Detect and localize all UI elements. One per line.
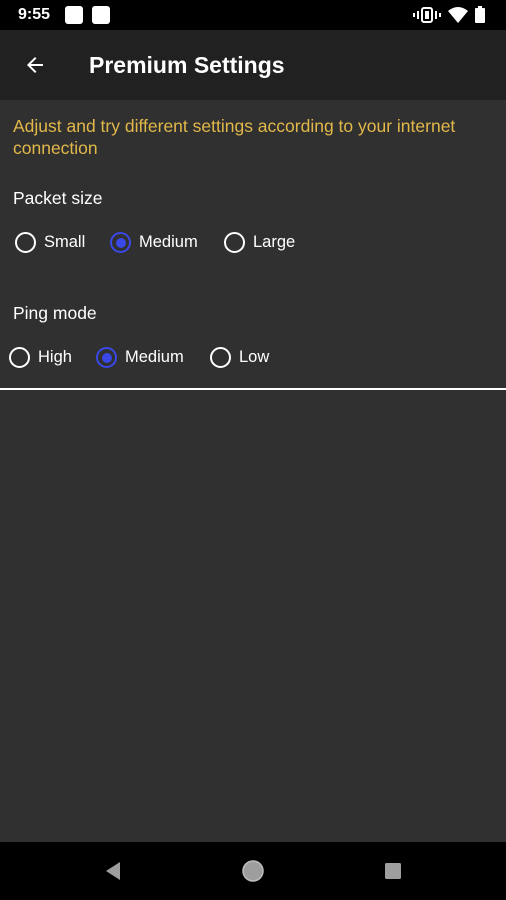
radio-label: High: [38, 348, 72, 366]
recents-square-icon: [385, 863, 401, 879]
radio-ping-high[interactable]: High: [9, 347, 72, 368]
radio-ping-medium[interactable]: Medium: [96, 347, 184, 368]
nav-home-button[interactable]: [240, 858, 266, 884]
battery-icon: [475, 6, 485, 23]
system-nav-bar: [0, 842, 506, 900]
radio-button-icon: [210, 347, 231, 368]
back-button[interactable]: [16, 46, 54, 84]
radio-button-icon: [224, 232, 245, 253]
radio-ping-low[interactable]: Low: [210, 347, 269, 368]
radio-button-icon: [15, 232, 36, 253]
radio-packet-medium[interactable]: Medium: [110, 232, 198, 253]
home-circle-icon: [242, 860, 264, 882]
radio-label: Medium: [125, 348, 184, 366]
packet-size-label: Packet size: [13, 188, 103, 208]
page-title: Premium Settings: [89, 52, 285, 78]
divider: [0, 388, 506, 390]
radio-label: Low: [239, 348, 270, 366]
wifi-icon: [448, 7, 468, 23]
radio-packet-large[interactable]: Large: [224, 232, 295, 253]
radio-button-icon: [9, 347, 30, 368]
radio-button-checked-icon: [96, 347, 117, 368]
radio-packet-small[interactable]: Small: [15, 232, 85, 253]
status-bar: 9:55: [0, 0, 506, 30]
radio-label: Medium: [139, 233, 198, 251]
arrow-left-icon: [27, 57, 43, 73]
ping-mode-label: Ping mode: [13, 303, 97, 323]
status-time: 9:55: [18, 6, 51, 23]
nav-back-button[interactable]: [100, 858, 126, 884]
notification-square-icon: [65, 6, 83, 24]
radio-label: Small: [44, 233, 86, 251]
notification-square-icon: [92, 6, 110, 24]
back-triangle-icon: [106, 862, 120, 880]
screen: 9:55 Premium Settings Adjust and try dif…: [0, 0, 506, 900]
radio-label: Large: [253, 233, 296, 251]
app-bar: Premium Settings: [0, 30, 506, 100]
settings-description: Adjust and try different settings accord…: [13, 116, 456, 158]
radio-button-checked-icon: [110, 232, 131, 253]
status-icons: [413, 6, 485, 23]
nav-recents-button[interactable]: [380, 858, 406, 884]
vibrate-icon: [413, 7, 441, 23]
